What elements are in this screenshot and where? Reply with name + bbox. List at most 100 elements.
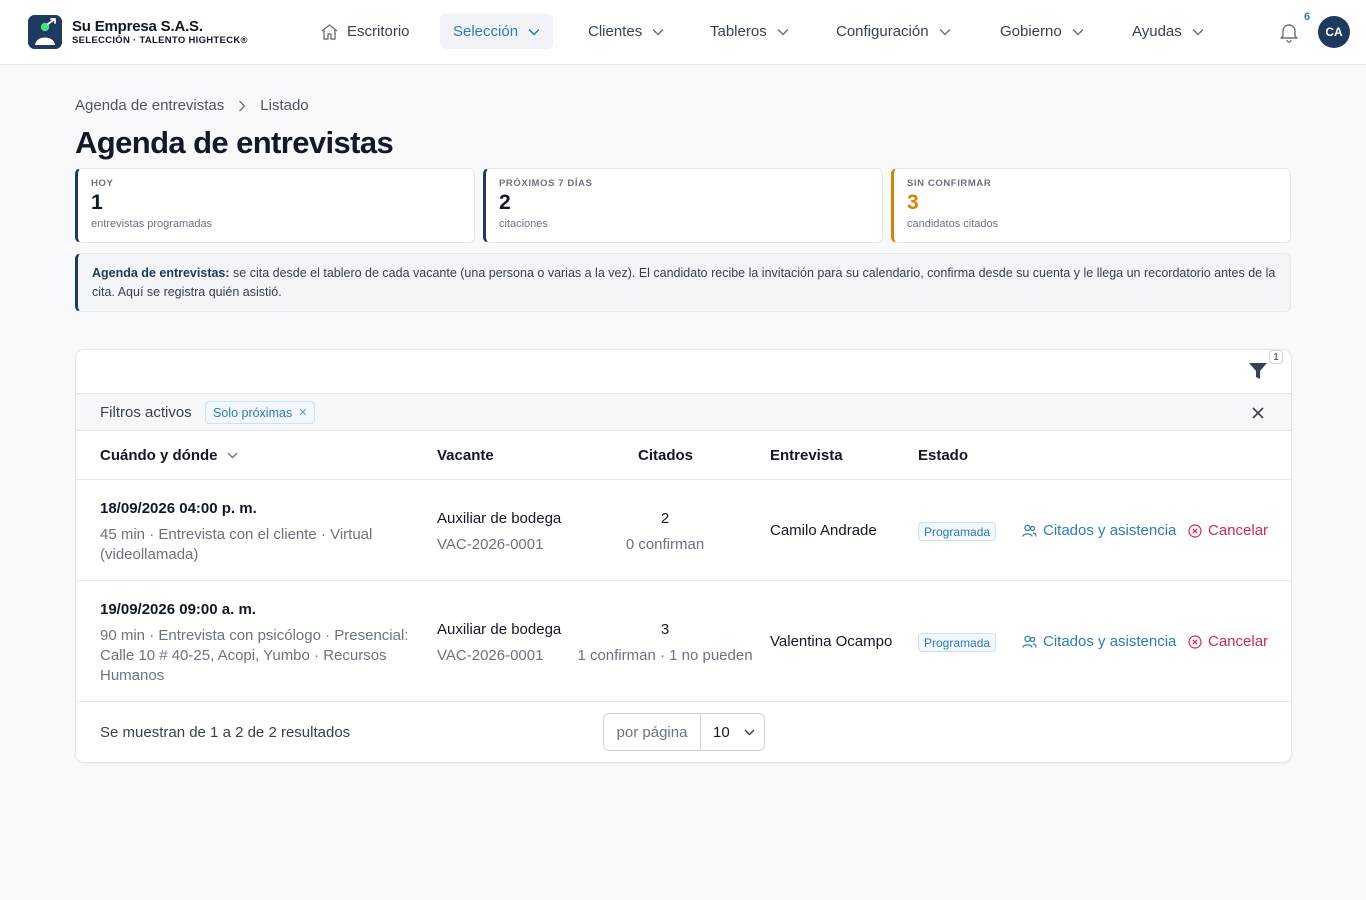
stat-caption: entrevistas programadas xyxy=(91,218,213,230)
clear-filters-icon[interactable] xyxy=(1251,406,1265,425)
chevron-down-icon xyxy=(528,28,540,36)
status-badge: Programada xyxy=(918,633,997,652)
filter-icon[interactable] xyxy=(1248,362,1268,386)
cancel-circle-icon xyxy=(1188,634,1202,649)
cancel-button-label: Cancelar xyxy=(1208,633,1269,650)
table-row: 19/09/2026 09:00 a. m. 90 min · Entrevis… xyxy=(76,581,1291,702)
active-filters-label: Filtros activos xyxy=(100,404,192,421)
breadcrumb: Agenda de entrevistas Listado xyxy=(75,97,309,114)
active-filters-bar: Filtros activos Solo próximas ✕ xyxy=(76,394,1291,431)
interview-details: 90 min · Entrevista con psicólogo · Pres… xyxy=(100,627,409,684)
brand-subtitle: SELECCIÓN · TALENTO HIGHTECK® xyxy=(72,35,248,46)
cited-count: 3 xyxy=(660,621,670,638)
page-title: Agenda de entrevistas xyxy=(75,125,394,160)
nav-escritorio[interactable]: Escritorio xyxy=(320,14,410,49)
stat-card-hoy: HOY 1 entrevistas programadas xyxy=(75,168,475,243)
stat-label: SIN CONFIRMAR xyxy=(907,178,992,189)
table-header: Cuándo y dónde Vacante Citados Entrevist… xyxy=(76,431,1291,480)
per-page-value-text: 10 xyxy=(713,723,730,741)
users-icon xyxy=(1022,635,1037,648)
column-header-interviewer: Entrevista xyxy=(770,447,843,464)
nav-clientes-label: Clientes xyxy=(588,23,643,40)
interviewer-name: Camilo Andrade xyxy=(770,522,877,539)
attendance-button[interactable]: Citados y asistencia xyxy=(1022,522,1176,539)
interview-datetime: 18/09/2026 04:00 p. m. xyxy=(100,500,257,517)
breadcrumb-agenda-link[interactable]: Agenda de entrevistas xyxy=(75,97,224,114)
breadcrumb-current: Listado xyxy=(260,97,309,114)
stat-label: PRÓXIMOS 7 DÍAS xyxy=(499,178,593,189)
interview-datetime: 19/09/2026 09:00 a. m. xyxy=(100,601,256,618)
column-header-status: Estado xyxy=(918,447,969,464)
per-page-value[interactable]: 10 xyxy=(701,724,755,741)
cited-detail: 1 confirman · 1 no pueden xyxy=(577,647,753,664)
chevron-down-icon xyxy=(1072,28,1084,36)
info-text: se cita desde el tablero de cada vacante… xyxy=(92,266,1276,299)
vacancy-name: Auxiliar de bodega xyxy=(437,621,562,638)
column-header-when[interactable]: Cuándo y dónde xyxy=(100,447,238,464)
bell-icon[interactable] xyxy=(1278,21,1300,48)
cancel-button[interactable]: Cancelar xyxy=(1188,633,1268,650)
chevron-down-icon xyxy=(744,729,755,735)
stat-caption: candidatos citados xyxy=(907,218,999,230)
column-header-vacancy: Vacante xyxy=(437,447,494,464)
table-toolbar: 1 xyxy=(76,350,1291,394)
brand-name: Su Empresa S.A.S. xyxy=(72,18,203,35)
nav-configuracion-label: Configuración xyxy=(836,23,929,40)
brand-logo-icon[interactable] xyxy=(28,15,62,49)
chevron-down-icon xyxy=(1192,28,1204,36)
nav-configuracion[interactable]: Configuración xyxy=(836,14,951,49)
attendance-button[interactable]: Citados y asistencia xyxy=(1022,633,1176,650)
stat-card-sin-confirmar: SIN CONFIRMAR 3 candidatos citados xyxy=(891,168,1291,243)
info-title: Agenda de entrevistas: xyxy=(92,266,230,280)
nav-seleccion-label: Selección xyxy=(453,23,519,40)
home-icon xyxy=(320,23,339,41)
interview-details: 45 min · Entrevista con el cliente · Vir… xyxy=(100,526,373,563)
stat-value: 3 xyxy=(907,191,919,214)
status-badge: Programada xyxy=(918,522,997,541)
chevron-right-icon xyxy=(238,100,246,112)
stat-caption: citaciones xyxy=(499,218,548,230)
nav-tableros[interactable]: Tableros xyxy=(710,14,789,49)
avatar[interactable]: CA xyxy=(1318,16,1350,48)
remove-filter-icon[interactable]: ✕ xyxy=(298,406,307,419)
vacancy-code: VAC-2026-0001 xyxy=(437,647,544,664)
nav-clientes[interactable]: Clientes xyxy=(588,14,664,49)
chevron-down-icon xyxy=(777,28,789,36)
cancel-circle-icon xyxy=(1188,523,1202,538)
top-navigation-bar: Su Empresa S.A.S. SELECCIÓN · TALENTO HI… xyxy=(0,0,1366,65)
stat-value: 1 xyxy=(91,191,103,214)
table-row: 18/09/2026 04:00 p. m. 45 min · Entrevis… xyxy=(76,480,1291,581)
filter-count-badge: 1 xyxy=(1269,350,1283,364)
nav-escritorio-label: Escritorio xyxy=(347,23,410,40)
attendance-button-label: Citados y asistencia xyxy=(1043,633,1177,650)
stat-value: 2 xyxy=(499,191,511,214)
cited-detail: 0 confirman xyxy=(625,536,705,553)
vacancy-name: Auxiliar de bodega xyxy=(437,510,562,527)
cited-count: 2 xyxy=(660,510,670,527)
interviewer-name: Valentina Ocampo xyxy=(770,633,893,650)
nav-gobierno-label: Gobierno xyxy=(1000,23,1062,40)
sort-chevron-down-icon xyxy=(227,452,238,459)
vacancy-code: VAC-2026-0001 xyxy=(437,536,544,553)
filter-chip[interactable]: Solo próximas ✕ xyxy=(205,401,316,424)
notifications-count: 6 xyxy=(1304,11,1311,23)
stat-card-proximos: PRÓXIMOS 7 DÍAS 2 citaciones xyxy=(483,168,883,243)
chevron-down-icon xyxy=(652,28,664,36)
cancel-button[interactable]: Cancelar xyxy=(1188,522,1268,539)
nav-ayudas-label: Ayudas xyxy=(1132,23,1182,40)
per-page-select[interactable]: por página 10 xyxy=(603,713,765,751)
info-banner: Agenda de entrevistas: se cita desde el … xyxy=(75,253,1291,312)
nav-tableros-label: Tableros xyxy=(710,23,767,40)
column-header-cited: Citados xyxy=(638,447,694,464)
nav-seleccion[interactable]: Selección xyxy=(440,14,554,49)
chevron-down-icon xyxy=(939,28,951,36)
column-header-when-label: Cuándo y dónde xyxy=(100,447,218,464)
attendance-button-label: Citados y asistencia xyxy=(1043,522,1177,539)
filter-chip-label: Solo próximas xyxy=(213,405,293,420)
nav-gobierno[interactable]: Gobierno xyxy=(1000,14,1084,49)
per-page-label: por página xyxy=(604,714,701,750)
interviews-table-card: 1 Filtros activos Solo próximas ✕ Cuándo… xyxy=(75,349,1292,763)
cancel-button-label: Cancelar xyxy=(1208,522,1269,539)
nav-ayudas[interactable]: Ayudas xyxy=(1132,14,1204,49)
results-summary: Se muestran de 1 a 2 de 2 resultados xyxy=(100,724,351,741)
